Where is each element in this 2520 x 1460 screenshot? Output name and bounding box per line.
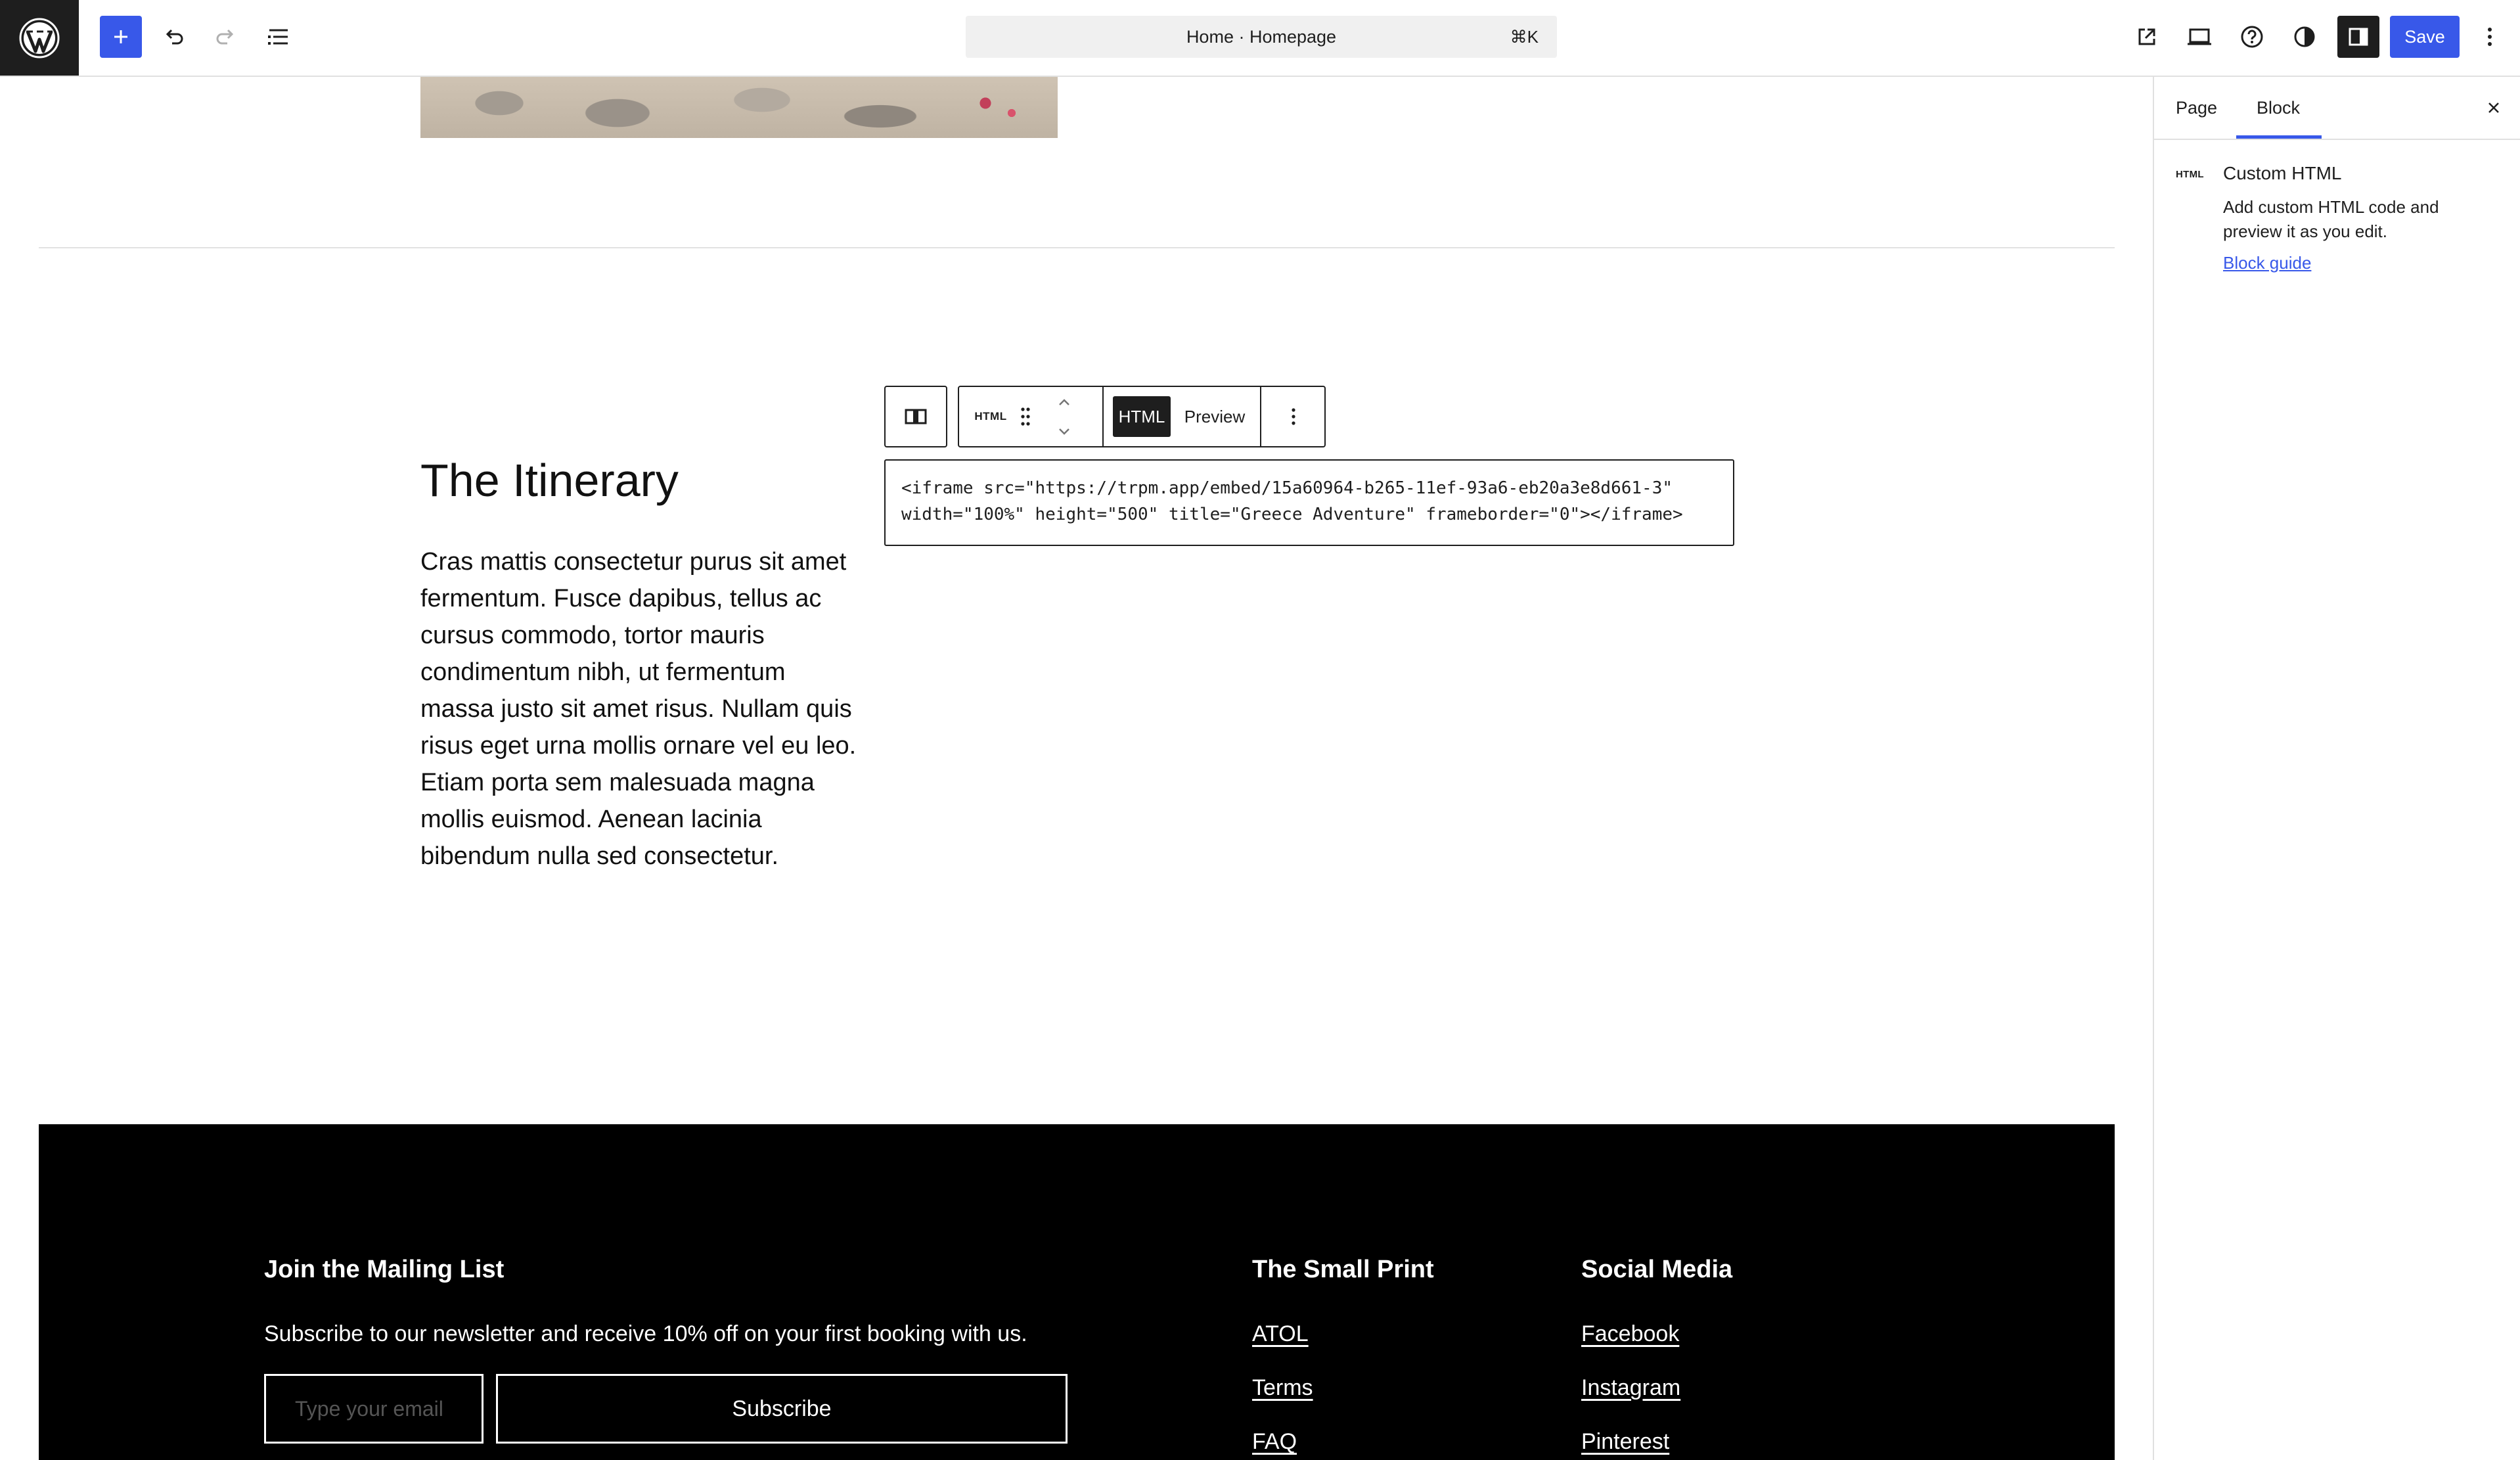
hero-image[interactable] xyxy=(420,77,1058,138)
add-block-button[interactable] xyxy=(100,16,142,58)
block-options-button[interactable] xyxy=(1263,387,1324,446)
social-media-heading: Social Media xyxy=(1581,1256,1733,1283)
style-book-button[interactable] xyxy=(2284,16,2326,58)
drag-handle[interactable] xyxy=(1014,387,1037,446)
undo-button[interactable] xyxy=(152,16,194,58)
columns-icon xyxy=(905,409,927,424)
help-button[interactable] xyxy=(2231,16,2273,58)
shortcut-hint: ⌘K xyxy=(1510,27,1539,47)
chevron-down-icon xyxy=(1059,428,1069,435)
preview-mode-button[interactable]: Preview xyxy=(1179,396,1251,437)
settings-sidebar: Page Block HTML Custom HTML Add custom H… xyxy=(2153,77,2520,1460)
document-title: Home · Homepage xyxy=(1186,27,1337,47)
small-print-heading: The Small Print xyxy=(1252,1256,1434,1283)
list-view-icon xyxy=(268,29,288,45)
mailing-list-text: Subscribe to our newsletter and receive … xyxy=(264,1321,1027,1346)
device-preview-button[interactable] xyxy=(2178,16,2220,58)
active-tab-indicator xyxy=(2236,135,2322,139)
sidebar-icon xyxy=(2349,28,2368,46)
list-view-button[interactable] xyxy=(258,16,300,58)
site-footer[interactable]: Join the Mailing List Subscribe to our n… xyxy=(39,1124,2115,1460)
toolbar-divider xyxy=(1102,387,1104,446)
subscribe-button[interactable]: Subscribe xyxy=(496,1374,1068,1444)
html-block-icon: HTML xyxy=(2176,169,2204,180)
external-link-icon xyxy=(2138,28,2155,45)
tab-page[interactable]: Page xyxy=(2176,77,2217,139)
close-icon xyxy=(2488,103,2499,113)
move-up-button[interactable] xyxy=(1045,387,1084,417)
contrast-icon xyxy=(2294,26,2315,47)
toolbar-divider xyxy=(1260,387,1261,446)
plus-icon xyxy=(114,30,127,43)
block-type-button[interactable]: HTML xyxy=(968,387,1013,446)
save-button[interactable]: Save xyxy=(2390,16,2460,58)
block-guide-link[interactable]: Block guide xyxy=(2223,253,2311,273)
footer-link-pinterest[interactable]: Pinterest xyxy=(1581,1429,1669,1455)
close-sidebar-button[interactable] xyxy=(2476,90,2511,125)
email-field[interactable]: Type your email xyxy=(264,1374,484,1444)
editor-header: Home · Homepage ⌘K Save xyxy=(0,0,2520,77)
block-description: Add custom HTML code and preview it as y… xyxy=(2223,197,2439,241)
separator xyxy=(39,247,2115,248)
desktop-preview-icon xyxy=(2188,28,2211,45)
redo-icon xyxy=(216,29,234,45)
command-palette-bar[interactable]: Home · Homepage ⌘K xyxy=(966,16,1557,58)
tab-block[interactable]: Block xyxy=(2257,77,2300,139)
block-toolbar: HTML HTML Preview xyxy=(958,386,1326,447)
chevron-up-icon xyxy=(1059,398,1069,405)
redo-button[interactable] xyxy=(205,16,247,58)
more-vertical-icon xyxy=(1292,408,1295,425)
wordpress-logo[interactable] xyxy=(0,0,79,76)
wordpress-logo-icon xyxy=(19,18,60,58)
more-vertical-icon xyxy=(2488,28,2492,46)
code-line: width="100%" height="500" title="Greece … xyxy=(901,505,1683,524)
block-title: Custom HTML xyxy=(2223,163,2342,183)
editor-canvas[interactable]: The Itinerary Cras mattis consectetur pu… xyxy=(0,77,2153,1460)
drag-handle-icon xyxy=(1021,407,1030,426)
itinerary-paragraph[interactable]: Cras mattis consectetur purus sit amet f… xyxy=(420,543,861,875)
html-block-icon: HTML xyxy=(974,410,1007,422)
footer-link-terms[interactable]: Terms xyxy=(1252,1375,1313,1401)
sidebar-tabs: Page Block xyxy=(2154,77,2520,140)
itinerary-heading[interactable]: The Itinerary xyxy=(420,454,679,507)
view-page-button[interactable] xyxy=(2126,16,2168,58)
undo-icon xyxy=(166,29,183,45)
settings-sidebar-toggle[interactable] xyxy=(2337,16,2379,58)
footer-link-instagram[interactable]: Instagram xyxy=(1581,1375,1680,1401)
mailing-list-heading: Join the Mailing List xyxy=(264,1256,505,1283)
html-mode-button[interactable]: HTML xyxy=(1113,396,1171,437)
options-menu-button[interactable] xyxy=(2470,16,2509,58)
help-icon xyxy=(2241,26,2263,48)
select-parent-button[interactable] xyxy=(884,386,947,447)
move-down-button[interactable] xyxy=(1045,417,1084,446)
footer-link-atol[interactable]: ATOL xyxy=(1252,1321,1309,1347)
footer-link-faq[interactable]: FAQ xyxy=(1252,1429,1297,1455)
custom-html-editor[interactable]: <iframe src="https://trpm.app/embed/15a6… xyxy=(884,459,1734,546)
footer-link-facebook[interactable]: Facebook xyxy=(1581,1321,1679,1347)
code-line: <iframe src="https://trpm.app/embed/15a6… xyxy=(901,478,1673,498)
